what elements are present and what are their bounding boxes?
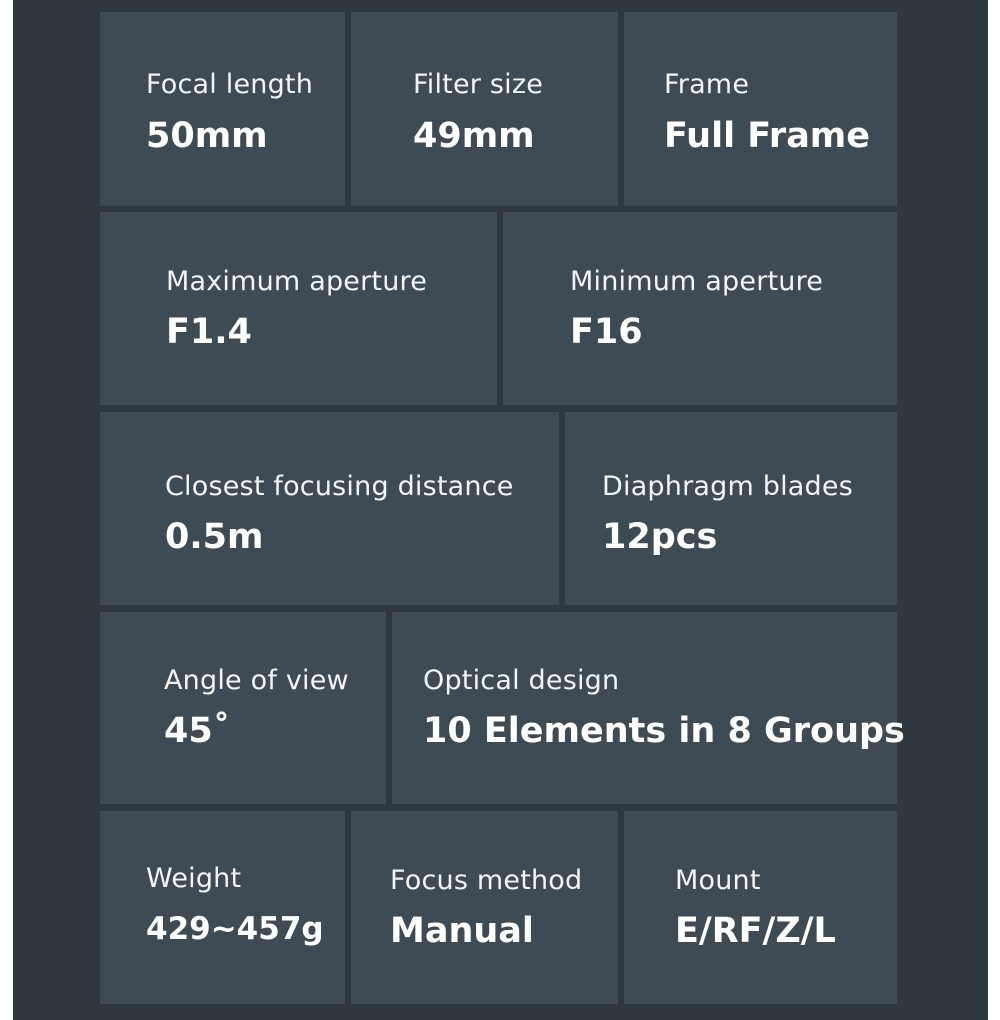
spec-label: Mount	[675, 865, 761, 896]
spec-value: Manual	[390, 911, 534, 951]
spec-label: Maximum aperture	[166, 266, 428, 297]
spec-value: 10 Elements in 8 Groups	[423, 711, 905, 751]
spec-panel: Focal length 50mm Filter size 49mm Frame…	[13, 0, 988, 1020]
spec-label: Weight	[146, 863, 242, 894]
spec-label: Angle of view	[164, 665, 349, 696]
spec-filter-size: Filter size 49mm	[351, 12, 618, 206]
spec-value: 12pcs	[602, 517, 718, 557]
spec-optical-design: Optical design 10 Elements in 8 Groups	[392, 612, 905, 804]
spec-value: 49mm	[413, 116, 535, 156]
spec-value: 45˚	[164, 711, 231, 751]
spec-value: F1.4	[166, 312, 252, 352]
spec-minimum-aperture: Minimum aperture F16	[503, 212, 897, 405]
spec-label: Diaphragm blades	[602, 471, 853, 502]
spec-maximum-aperture: Maximum aperture F1.4	[100, 212, 497, 405]
spec-label: Focal length	[146, 69, 314, 100]
spec-value: 429~457g	[146, 911, 324, 947]
spec-frame: Frame Full Frame	[624, 12, 897, 206]
spec-value: 0.5m	[165, 517, 264, 557]
spec-label: Minimum aperture	[570, 266, 824, 297]
spec-label: Closest focusing distance	[165, 471, 514, 502]
spec-value: Full Frame	[664, 116, 871, 156]
spec-diaphragm-blades: Diaphragm blades 12pcs	[565, 412, 897, 605]
spec-label: Focus method	[390, 865, 583, 896]
spec-weight: Weight 429~457g	[100, 811, 345, 1004]
spec-focal-length: Focal length 50mm	[100, 12, 345, 206]
spec-label: Filter size	[413, 69, 544, 100]
spec-focus-method: Focus method Manual	[351, 811, 618, 1004]
spec-value: E/RF/Z/L	[675, 911, 836, 951]
spec-mount: Mount E/RF/Z/L	[624, 811, 897, 1004]
spec-value: F16	[570, 312, 643, 352]
spec-angle-of-view: Angle of view 45˚	[100, 612, 386, 804]
spec-label: Optical design	[423, 665, 620, 696]
spec-value: 50mm	[146, 116, 268, 156]
spec-closest-focusing-distance: Closest focusing distance 0.5m	[100, 412, 559, 605]
spec-label: Frame	[664, 69, 750, 100]
